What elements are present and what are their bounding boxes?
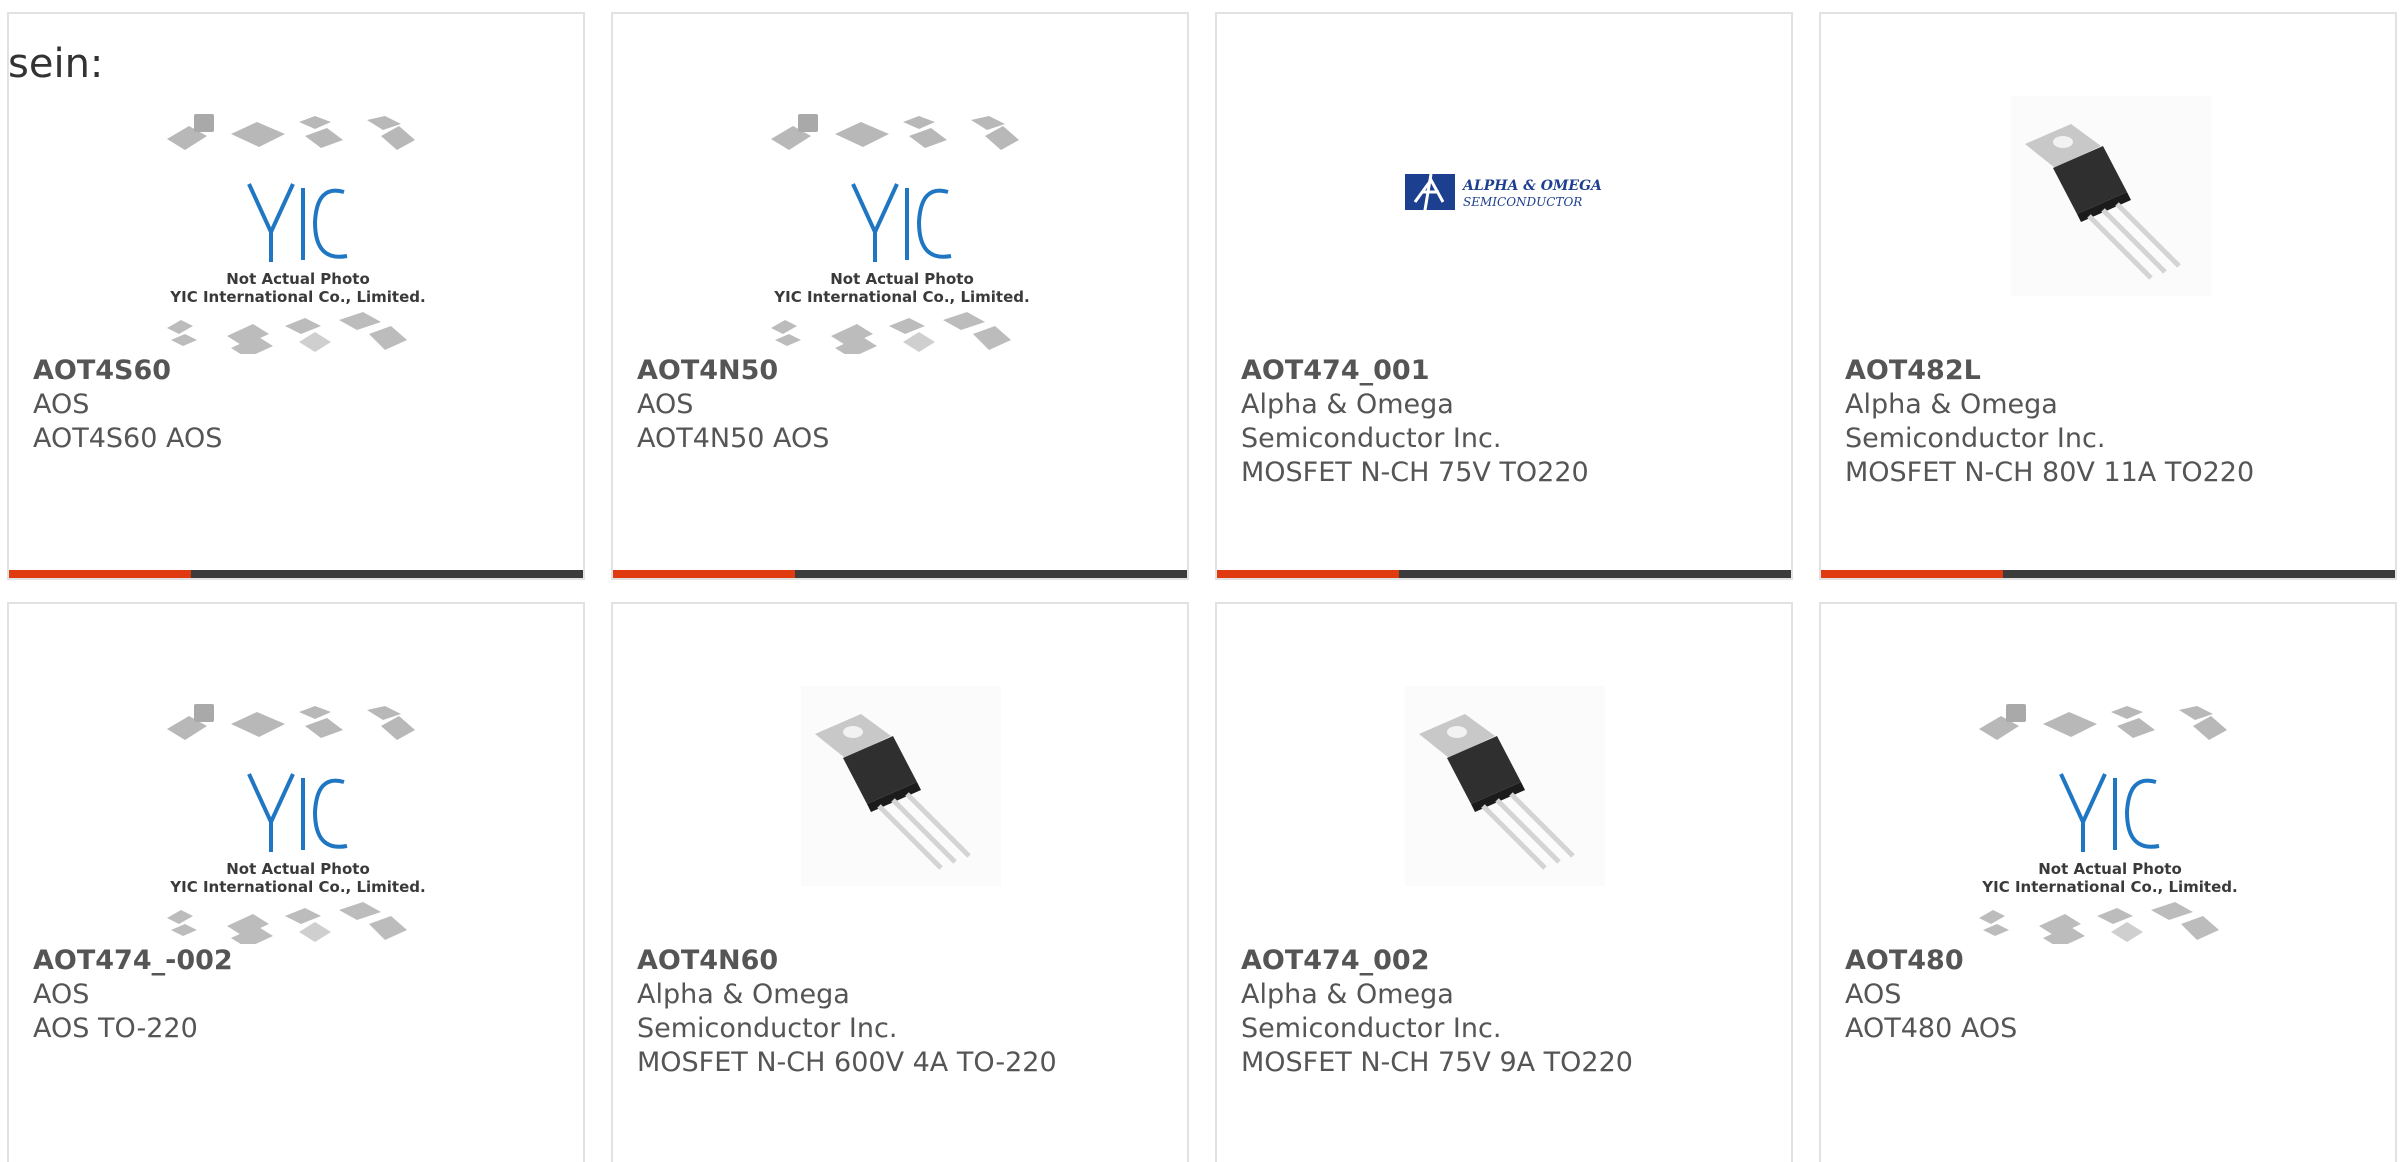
- logo-line1: ALPHA & OMEGA: [1461, 178, 1602, 194]
- product-image[interactable]: ALPHA & OMEGA SEMICONDUCTOR: [1217, 84, 1791, 354]
- alpha-omega-logo: ALPHA & OMEGA SEMICONDUCTOR: [1405, 173, 1602, 223]
- product-info: AOT482L Alpha & Omega Semiconductor Inc.…: [1845, 354, 2371, 490]
- product-image[interactable]: Not Actual Photo YIC International Co., …: [1821, 674, 2395, 944]
- product-card[interactable]: Not Actual Photo YIC International Co., …: [1819, 602, 2397, 1162]
- part-number[interactable]: AOT474_-002: [33, 944, 559, 978]
- manufacturer-name: Alpha & Omega Semiconductor Inc.: [637, 979, 898, 1044]
- product-grid: Not Actual Photo YIC International Co., …: [0, 0, 2400, 1162]
- product-card[interactable]: Not Actual Photo YIC International Co., …: [7, 602, 585, 1162]
- part-number[interactable]: AOT4S60: [33, 354, 559, 388]
- placeholder-line2: YIC International Co., Limited.: [1981, 878, 2237, 896]
- part-number[interactable]: AOT4N60: [637, 944, 1163, 978]
- placeholder-line2: YIC International Co., Limited.: [773, 288, 1029, 306]
- product-image[interactable]: Not Actual Photo YIC International Co., …: [613, 84, 1187, 354]
- card-accent-highlight: [613, 570, 795, 578]
- card-accent-bar: [1217, 570, 1791, 578]
- placeholder-line1: Not Actual Photo: [226, 270, 370, 288]
- part-number[interactable]: AOT482L: [1845, 354, 2371, 388]
- product-image[interactable]: Not Actual Photo YIC International Co., …: [9, 84, 583, 354]
- manufacturer-name: AOS: [33, 979, 90, 1010]
- manufacturer-name: Alpha & Omega Semiconductor Inc.: [1241, 389, 1502, 454]
- logo-line2: SEMICONDUCTOR: [1463, 195, 1582, 209]
- product-description: MOSFET N-CH 600V 4A TO-220: [637, 1047, 1057, 1078]
- yic-placeholder-image: Not Actual Photo YIC International Co., …: [771, 114, 1030, 354]
- yic-logo: [247, 773, 348, 852]
- product-info: AOT4S60 AOS AOT4S60 AOS: [33, 354, 559, 456]
- placeholder-line2: YIC International Co., Limited.: [169, 288, 425, 306]
- placeholder-line2: YIC International Co., Limited.: [169, 878, 425, 896]
- product-info: AOT4N60 Alpha & Omega Semiconductor Inc.…: [637, 944, 1163, 1080]
- card-accent-bar: [1821, 570, 2395, 578]
- to220-icon: [801, 686, 1001, 886]
- yic-placeholder-image: Not Actual Photo YIC International Co., …: [167, 114, 426, 354]
- product-info: AOT474_001 Alpha & Omega Semiconductor I…: [1241, 354, 1767, 490]
- alpha-omega-logo-image: ALPHA & OMEGA SEMICONDUCTOR: [1405, 173, 1602, 223]
- card-accent-highlight: [1217, 570, 1399, 578]
- product-image[interactable]: Not Actual Photo YIC International Co., …: [9, 674, 583, 944]
- product-info: AOT4N50 AOS AOT4N50 AOS: [637, 354, 1163, 456]
- product-image[interactable]: [1821, 84, 2395, 354]
- product-info: AOT474_-002 AOS AOS TO-220: [33, 944, 559, 1046]
- product-image[interactable]: [613, 674, 1187, 944]
- product-card[interactable]: Not Actual Photo YIC International Co., …: [611, 12, 1189, 580]
- product-card[interactable]: AOT4N60 Alpha & Omega Semiconductor Inc.…: [611, 602, 1189, 1162]
- to220-package-image: [1405, 686, 1605, 886]
- placeholder-line1: Not Actual Photo: [830, 270, 974, 288]
- to220-icon: [1405, 686, 1605, 886]
- part-number[interactable]: AOT474_001: [1241, 354, 1767, 388]
- part-number[interactable]: AOT474_002: [1241, 944, 1767, 978]
- manufacturer-name: Alpha & Omega Semiconductor Inc.: [1241, 979, 1502, 1044]
- yic-logo: [851, 183, 952, 262]
- product-card[interactable]: AOT482L Alpha & Omega Semiconductor Inc.…: [1819, 12, 2397, 580]
- product-image[interactable]: [1217, 674, 1791, 944]
- yic-logo: [2059, 773, 2160, 852]
- lead-text: sein:: [8, 41, 104, 87]
- yic-logo: [247, 183, 348, 262]
- manufacturer-name: AOS: [1845, 979, 1902, 1010]
- manufacturer-name: AOS: [33, 389, 90, 420]
- product-description: AOT4S60 AOS: [33, 423, 223, 454]
- product-card[interactable]: Not Actual Photo YIC International Co., …: [7, 12, 585, 580]
- product-description: MOSFET N-CH 75V TO220: [1241, 457, 1589, 488]
- product-info: AOT480 AOS AOT480 AOS: [1845, 944, 2371, 1046]
- to220-package-image: [2011, 96, 2211, 296]
- product-description: AOS TO-220: [33, 1013, 198, 1044]
- placeholder-line1: Not Actual Photo: [2038, 860, 2182, 878]
- manufacturer-name: AOS: [637, 389, 694, 420]
- yic-placeholder-image: Not Actual Photo YIC International Co., …: [167, 704, 426, 944]
- manufacturer-name: Alpha & Omega Semiconductor Inc.: [1845, 389, 2106, 454]
- product-description: MOSFET N-CH 75V 9A TO220: [1241, 1047, 1633, 1078]
- to220-package-image: [801, 686, 1001, 886]
- card-accent-highlight: [9, 570, 191, 578]
- card-accent-highlight: [1821, 570, 2003, 578]
- product-card[interactable]: AOT474_002 Alpha & Omega Semiconductor I…: [1215, 602, 1793, 1162]
- part-number[interactable]: AOT480: [1845, 944, 2371, 978]
- page: sein: Not Actual Photo YIC International…: [0, 0, 2400, 1162]
- product-info: AOT474_002 Alpha & Omega Semiconductor I…: [1241, 944, 1767, 1080]
- part-number[interactable]: AOT4N50: [637, 354, 1163, 388]
- product-description: AOT4N50 AOS: [637, 423, 830, 454]
- placeholder-line1: Not Actual Photo: [226, 860, 370, 878]
- product-card[interactable]: ALPHA & OMEGA SEMICONDUCTOR AOT474_001 A…: [1215, 12, 1793, 580]
- card-accent-bar: [9, 570, 583, 578]
- product-description: AOT480 AOS: [1845, 1013, 2018, 1044]
- yic-placeholder-image: Not Actual Photo YIC International Co., …: [1979, 704, 2238, 944]
- to220-icon: [2011, 96, 2211, 296]
- product-description: MOSFET N-CH 80V 11A TO220: [1845, 457, 2255, 488]
- card-accent-bar: [613, 570, 1187, 578]
